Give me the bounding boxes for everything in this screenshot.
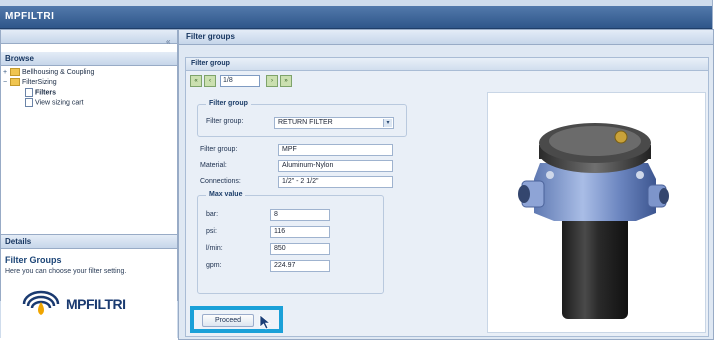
- folder-icon: [10, 78, 20, 87]
- filter-groups-header: Filter groups: [179, 30, 713, 45]
- title-bar: MPFILTRI: [0, 6, 712, 29]
- left-panel: Browse + Bellhousing & Coupling − FilterSi…: [0, 29, 178, 340]
- tree-item-label: Bellhousing & Coupling: [22, 69, 95, 76]
- field-label-material: Material:: [200, 162, 227, 169]
- tree-item-view-sizing-cart[interactable]: View sizing cart: [1, 98, 177, 108]
- details-title: Filter Groups: [5, 255, 62, 265]
- filter-group-select-value: RETURN FILTER: [278, 119, 333, 126]
- field-label-connections: Connections:: [200, 178, 241, 185]
- filter-group-select[interactable]: RETURN FILTER ▾: [274, 117, 394, 129]
- field-label-filter-group: Filter group:: [200, 146, 238, 153]
- filter-group-legend: Filter group: [206, 100, 251, 107]
- app-title: MPFILTRI: [5, 11, 55, 22]
- filter-group-fieldset: Filter group Filter group: RETURN FILTER…: [197, 100, 407, 137]
- tree-item-label: Filters: [35, 89, 57, 97]
- app-window: MPFILTRI Browse + Bellhousing & Coupling …: [0, 0, 714, 340]
- document-icon: [25, 88, 33, 97]
- return-filter-illustration: [518, 123, 669, 319]
- max-label-psi: psi:: [206, 228, 217, 235]
- nav-tree: + Bellhousing & Coupling − FilterSizing Fi…: [1, 66, 177, 108]
- proceed-button[interactable]: Proceed: [202, 314, 254, 327]
- max-value-psi: 116: [270, 226, 330, 238]
- collapse-icon[interactable]: −: [3, 78, 10, 88]
- tree-item-label: View sizing cart: [35, 99, 84, 107]
- filter-product-image: [487, 92, 706, 333]
- mpfiltri-logo: MPFILTRI: [20, 290, 170, 320]
- first-page-button[interactable]: «: [190, 75, 202, 87]
- max-label-lmin: l/min:: [206, 245, 223, 252]
- left-panel-header: [1, 30, 177, 44]
- details-section: Details Filter Groups Here you can choos…: [1, 234, 177, 340]
- proceed-highlight: Proceed: [190, 306, 283, 333]
- filter-group-form-title: Filter group: [186, 58, 708, 71]
- field-value-filter-group: MPF: [278, 144, 393, 156]
- filter-group-form: Filter group «‹ 1/8 ›» Filter group Filter…: [185, 57, 709, 337]
- field-value-material: Aluminum-Nylon: [278, 160, 393, 172]
- max-value-fieldset: Max value bar: 8 psi: 116 l/min: 850 gpm…: [197, 191, 384, 294]
- prev-page-button[interactable]: ‹: [204, 75, 216, 87]
- tree-item-label: FilterSizing: [22, 79, 57, 86]
- filter-groups-panel: Filter groups Filter group «‹ 1/8 ›» Filte…: [178, 29, 714, 340]
- last-page-button[interactable]: »: [280, 75, 292, 87]
- max-value-bar: 8: [270, 209, 330, 221]
- max-label-gpm: gpm:: [206, 262, 222, 269]
- mouse-pointer-icon: [259, 314, 272, 330]
- max-label-bar: bar:: [206, 211, 219, 218]
- collapse-left-panel-icon[interactable]: «: [166, 37, 170, 46]
- tree-item-bellhousing[interactable]: + Bellhousing & Coupling: [1, 68, 177, 78]
- document-icon: [25, 98, 33, 107]
- browse-header: Browse: [1, 52, 177, 66]
- tree-item-filters[interactable]: Filters: [1, 88, 177, 98]
- max-value-gpm: 224.97: [270, 260, 330, 272]
- next-page-button[interactable]: ›: [266, 75, 278, 87]
- max-value-lmin: 850: [270, 243, 330, 255]
- pager-toolbar: «‹ 1/8 ›»: [190, 75, 294, 89]
- logo-wordmark: MPFILTRI: [66, 296, 126, 312]
- details-header: Details: [1, 235, 177, 249]
- folder-icon: [10, 68, 20, 77]
- tree-item-filtersizing[interactable]: − FilterSizing: [1, 78, 177, 88]
- dropdown-arrow-icon[interactable]: ▾: [383, 119, 392, 127]
- filter-group-label: Filter group:: [206, 118, 244, 125]
- max-value-legend: Max value: [206, 191, 246, 198]
- field-value-connections: 1/2" - 2 1/2": [278, 176, 393, 188]
- logo-mark-icon: [22, 290, 60, 315]
- browse-section: Browse + Bellhousing & Coupling − FilterSi…: [1, 52, 177, 108]
- expand-icon[interactable]: +: [3, 68, 10, 78]
- details-text: Here you can choose your filter setting.: [5, 268, 127, 275]
- page-number-input[interactable]: 1/8: [220, 75, 260, 87]
